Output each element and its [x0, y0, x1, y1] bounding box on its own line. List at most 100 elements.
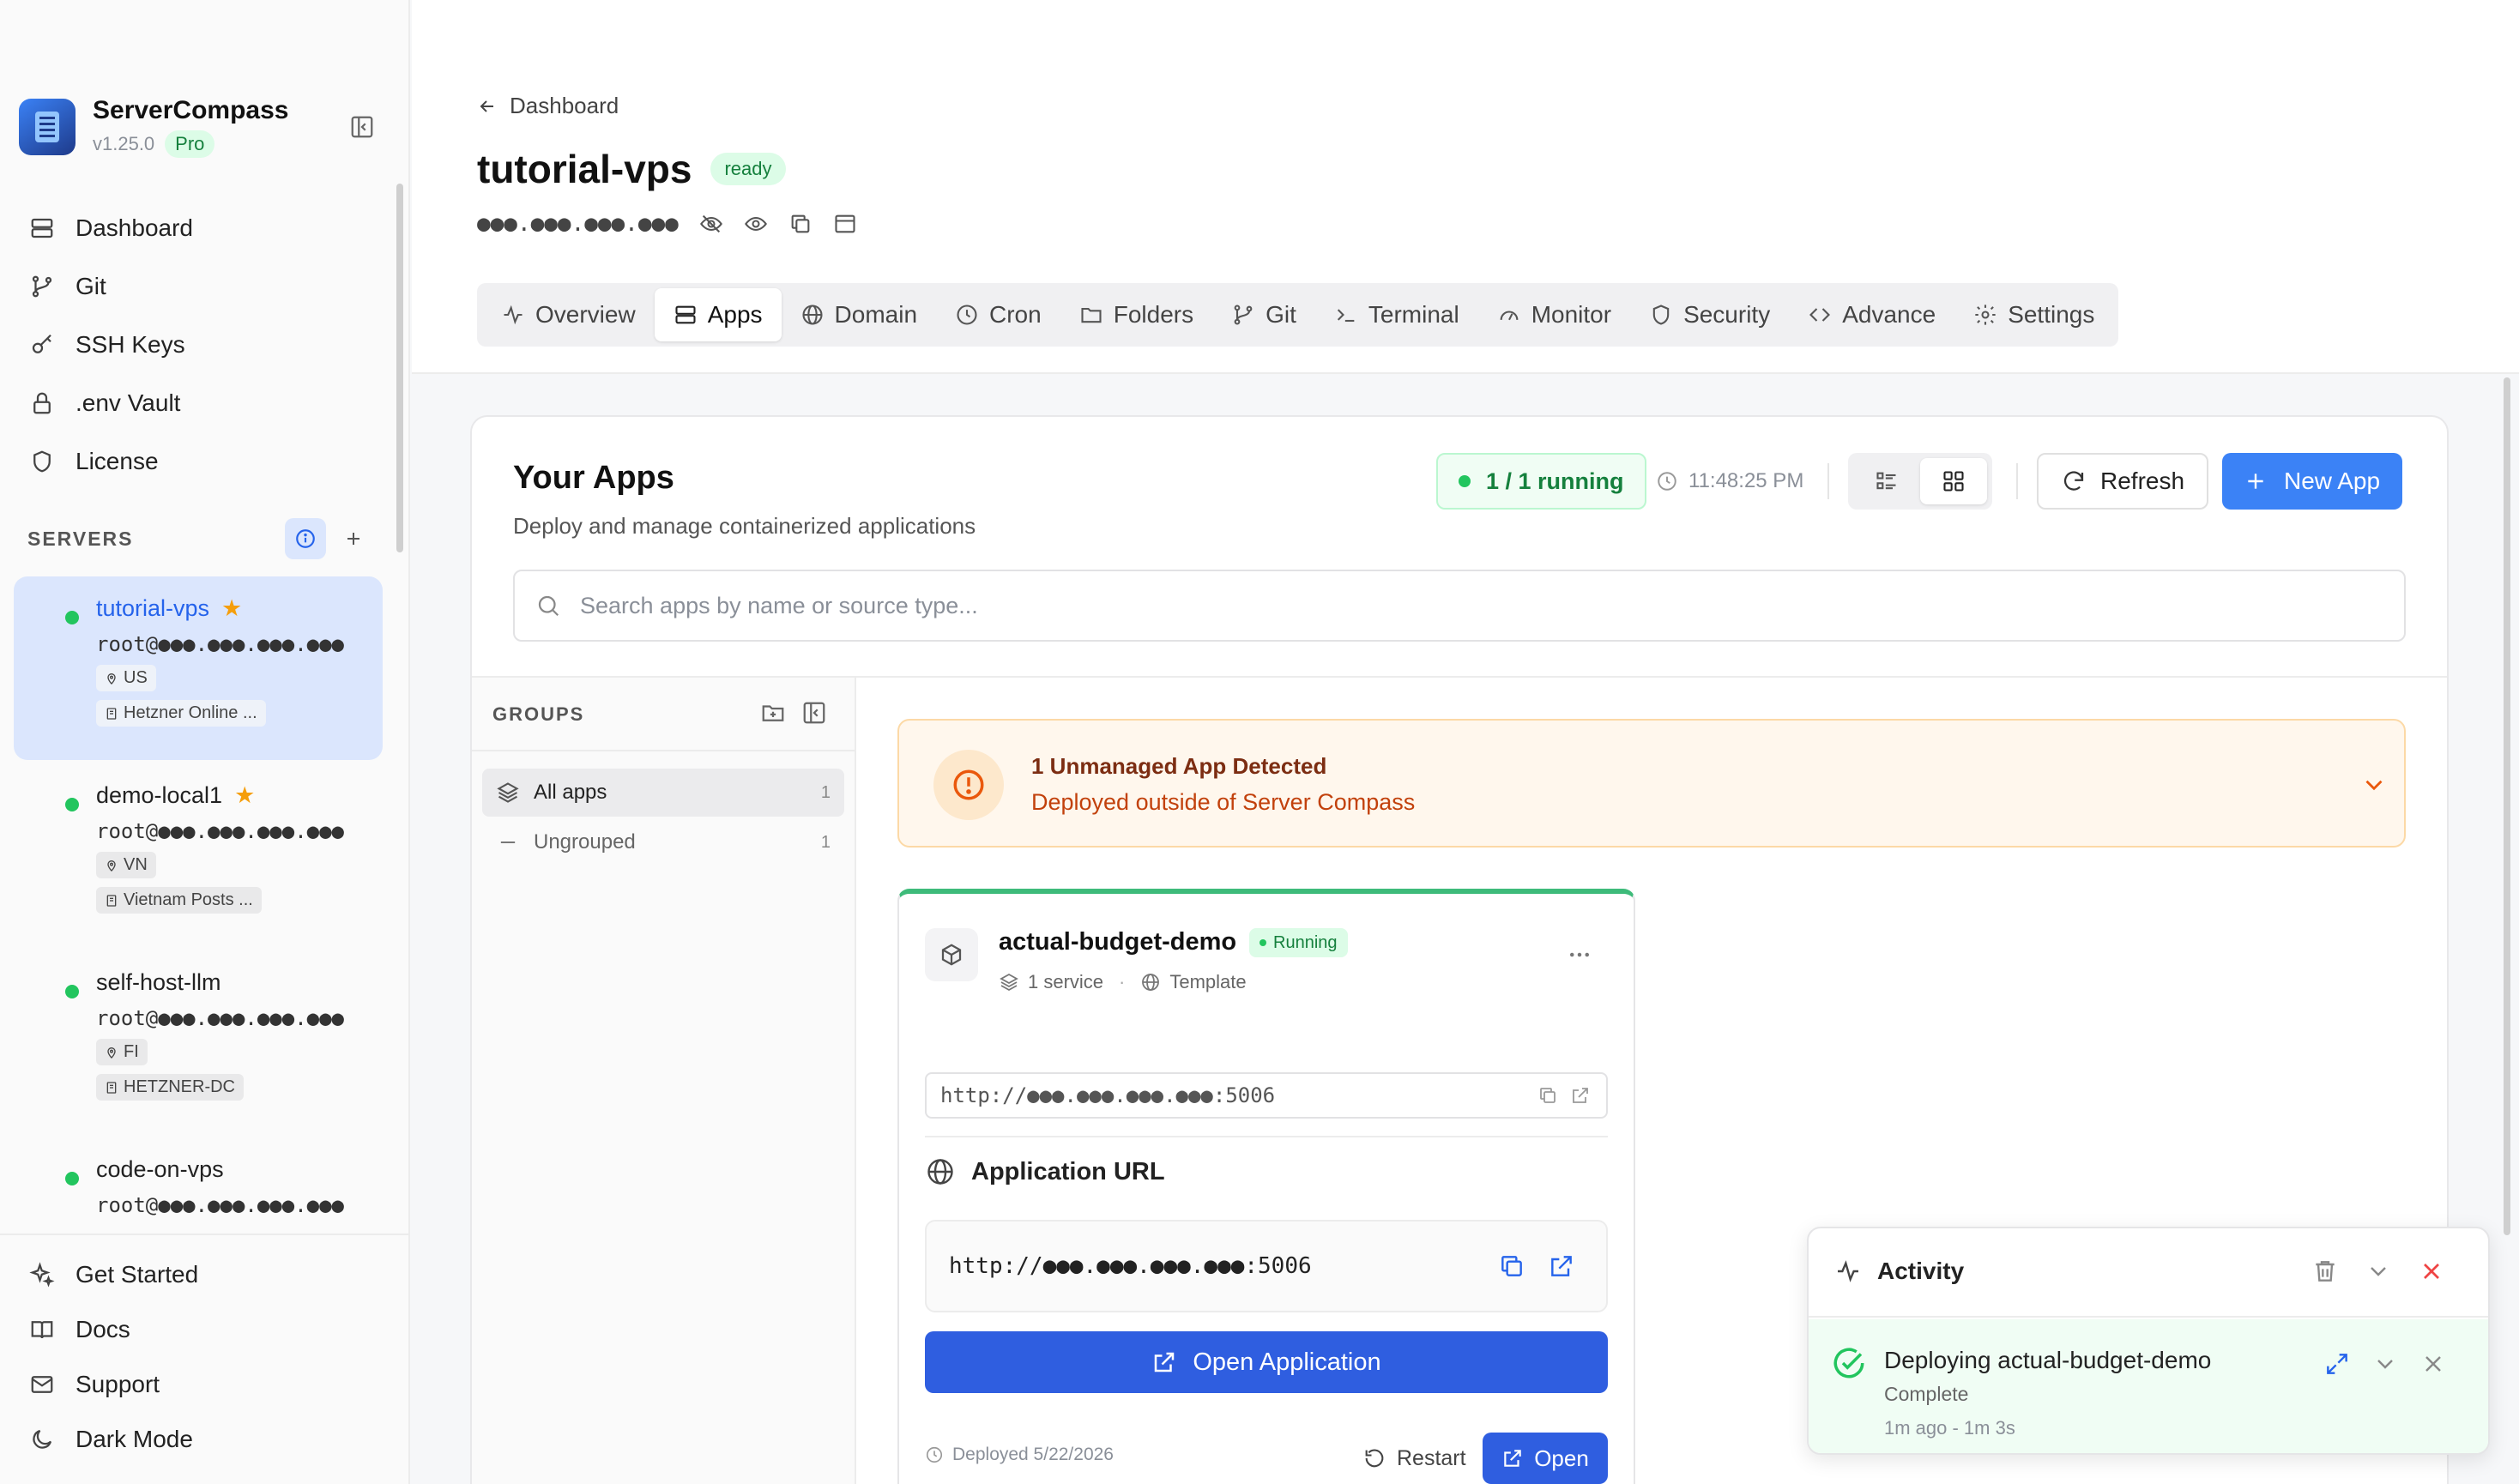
- copy-icon[interactable]: [1537, 1085, 1558, 1106]
- nav-item-get-started[interactable]: Get Started: [27, 1247, 408, 1302]
- nav-label: Dashboard: [76, 214, 193, 241]
- brand: ServerCompass v1.25.0 Pro: [19, 96, 288, 158]
- server-list: tutorial-vps ★ root@●●●.●●●.●●●.●●● US He…: [14, 576, 383, 1234]
- nav-label: Get Started: [76, 1261, 199, 1288]
- copy-icon[interactable]: [1498, 1252, 1525, 1280]
- tab-security[interactable]: Security: [1630, 288, 1789, 341]
- activity-item: Deploying actual-budget-demo Complete 1m…: [1809, 1319, 2488, 1453]
- server-item-self-host-llm[interactable]: self-host-llm root@●●●.●●●.●●●.●●● FI HE…: [14, 950, 383, 1134]
- sidebar-scrollbar[interactable]: [396, 184, 403, 552]
- gear-icon: [1975, 305, 1996, 325]
- copy-icon[interactable]: [788, 212, 812, 236]
- add-server-icon[interactable]: [336, 522, 371, 556]
- git-branch-icon: [1234, 305, 1253, 325]
- minus-icon: [500, 841, 516, 844]
- open-application-button[interactable]: Open Application: [925, 1331, 1608, 1393]
- trash-icon[interactable]: [2311, 1258, 2339, 1285]
- app-meta: 1 service · Template: [999, 971, 1247, 993]
- list-view-icon[interactable]: [1853, 458, 1920, 504]
- servers-header: SERVERS: [27, 518, 371, 559]
- activity-item-time: 1m ago - 1m 3s: [1884, 1417, 2015, 1439]
- status-dot: [65, 798, 79, 811]
- status-badge: ready: [710, 153, 786, 185]
- expand-icon[interactable]: [2323, 1350, 2351, 1378]
- nav-label: Docs: [76, 1316, 130, 1342]
- tab-apps[interactable]: Apps: [654, 288, 782, 341]
- main-scrollbar[interactable]: [2504, 377, 2510, 1235]
- nav-item-env-vault[interactable]: .env Vault: [27, 374, 193, 432]
- server-address: root@●●●.●●●.●●●.●●●: [96, 819, 344, 843]
- server-address: root@●●●.●●●.●●●.●●●: [96, 1193, 344, 1217]
- eye-icon[interactable]: [744, 212, 768, 236]
- restart-button[interactable]: Restart: [1362, 1434, 1466, 1482]
- tab-domain[interactable]: Domain: [782, 288, 936, 341]
- banner-title: 1 Unmanaged App Detected: [1031, 753, 1327, 779]
- country-tag: VN: [96, 852, 156, 878]
- refresh-button[interactable]: Refresh: [2037, 453, 2209, 510]
- nav-item-license[interactable]: License: [27, 432, 193, 491]
- layers-icon: [497, 782, 519, 803]
- application-url: http://●●●.●●●.●●●.●●●:5006: [949, 1253, 1312, 1279]
- server-address: root@●●●.●●●.●●●.●●●: [96, 1006, 344, 1030]
- nav-label: Git: [76, 273, 106, 299]
- chevron-down-icon[interactable]: [2371, 1350, 2399, 1378]
- internal-url-field: http://●●●.●●●.●●●.●●●:5006: [925, 1072, 1608, 1119]
- server-item-tutorial-vps[interactable]: tutorial-vps ★ root@●●●.●●●.●●●.●●● US He…: [14, 576, 383, 760]
- server-item-code-on-vps[interactable]: code-on-vps root@●●●.●●●.●●●.●●●: [14, 1137, 383, 1234]
- folder-icon: [1081, 307, 1102, 323]
- new-folder-icon[interactable]: [760, 700, 786, 726]
- star-icon[interactable]: ★: [234, 782, 255, 809]
- tab-terminal[interactable]: Terminal: [1315, 288, 1478, 341]
- tab-git[interactable]: Git: [1212, 288, 1315, 341]
- app-version: v1.25.0: [93, 133, 155, 154]
- app-card: actual-budget-demo Running 1 service · Te…: [897, 889, 1635, 1484]
- app-logo: [19, 99, 76, 155]
- grid-view-icon[interactable]: [1920, 458, 1987, 504]
- chevron-down-icon[interactable]: [2365, 1258, 2392, 1285]
- tab-advance[interactable]: Advance: [1789, 288, 1954, 341]
- nav-item-support[interactable]: Support: [27, 1357, 408, 1412]
- browser-window-icon[interactable]: [833, 212, 857, 236]
- group-ungrouped[interactable]: Ungrouped 1: [482, 818, 844, 866]
- chevron-down-icon[interactable]: [2359, 770, 2389, 799]
- search-input[interactable]: [580, 592, 2210, 619]
- apps-subtitle: Deploy and manage containerized applicat…: [513, 513, 976, 539]
- layers-icon: [1000, 973, 1018, 992]
- open-button[interactable]: Open: [1483, 1433, 1608, 1484]
- collapse-panel-icon[interactable]: [801, 700, 827, 726]
- external-link-icon[interactable]: [1548, 1252, 1575, 1280]
- nav-item-dashboard[interactable]: Dashboard: [27, 199, 193, 257]
- server-address: root@●●●.●●●.●●●.●●●: [96, 632, 344, 656]
- more-options-icon[interactable]: [1567, 942, 1592, 968]
- tab-settings[interactable]: Settings: [1954, 288, 2113, 341]
- tab-folders[interactable]: Folders: [1060, 288, 1212, 341]
- groups-label: GROUPS: [492, 703, 585, 725]
- activity-icon: [504, 305, 523, 325]
- info-icon[interactable]: [285, 518, 326, 559]
- external-link-icon: [1504, 1450, 1521, 1467]
- tab-cron[interactable]: Cron: [936, 288, 1060, 341]
- nav-item-dark-mode[interactable]: Dark Mode: [27, 1412, 408, 1467]
- nav-item-git[interactable]: Git: [27, 257, 193, 316]
- back-to-dashboard-link[interactable]: Dashboard: [477, 93, 619, 119]
- apps-title: Your Apps: [513, 460, 674, 496]
- external-link-icon[interactable]: [1570, 1085, 1591, 1106]
- activity-item-name: Deploying actual-budget-demo: [1884, 1347, 2212, 1373]
- unmanaged-app-banner[interactable]: 1 Unmanaged App Detected Deployed outsid…: [897, 719, 2406, 848]
- running-count-badge: 1 / 1 running: [1436, 453, 1646, 510]
- server-name: tutorial-vps: [96, 595, 210, 621]
- close-icon[interactable]: [2418, 1258, 2445, 1285]
- nav-item-ssh-keys[interactable]: SSH Keys: [27, 316, 193, 374]
- code-icon: [1809, 308, 1831, 322]
- group-all-apps[interactable]: All apps 1: [482, 769, 844, 817]
- tab-overview[interactable]: Overview: [482, 288, 655, 341]
- eye-off-icon[interactable]: [699, 212, 723, 236]
- tab-monitor[interactable]: Monitor: [1478, 288, 1630, 341]
- restart-icon: [1365, 1449, 1384, 1468]
- new-app-button[interactable]: New App: [2222, 453, 2403, 510]
- nav-item-docs[interactable]: Docs: [27, 1302, 408, 1357]
- close-icon[interactable]: [2419, 1350, 2447, 1378]
- server-item-demo-local1[interactable]: demo-local1 ★ root@●●●.●●●.●●●.●●● VN Vie…: [14, 763, 383, 947]
- collapse-sidebar-icon[interactable]: [347, 112, 378, 142]
- star-icon[interactable]: ★: [221, 595, 242, 622]
